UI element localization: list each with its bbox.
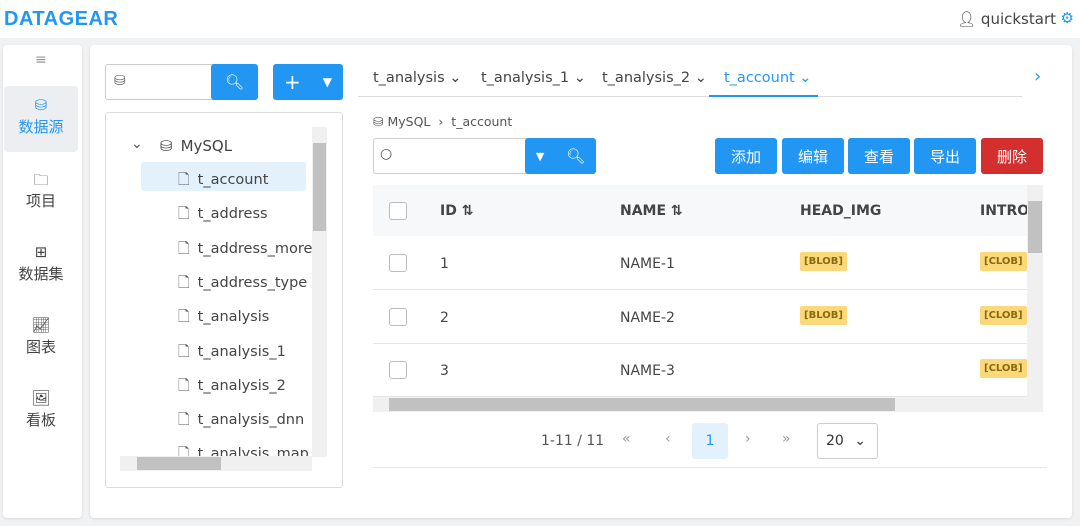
database-icon: ⛁ <box>373 114 384 129</box>
data-search-button[interactable]: ▼ 🔍︎ <box>525 138 596 174</box>
file-icon: 🗋 <box>178 240 190 257</box>
menu-toggle-icon[interactable]: ≡ <box>35 52 47 68</box>
file-icon: 🗋 <box>178 412 190 429</box>
blob-tag[interactable]: [BLOB] <box>800 305 847 325</box>
database-icon: ⛁ <box>114 73 126 89</box>
sort-icon: ⇅ <box>461 203 474 219</box>
chevron-down-icon: ▼ <box>322 75 332 89</box>
chevron-right-icon[interactable]: › <box>1034 66 1041 87</box>
chevron-down-icon[interactable]: ⌄ <box>131 136 143 152</box>
column-intro[interactable]: INTRO <box>980 203 1027 219</box>
tree-hscroll-thumb[interactable] <box>137 457 221 470</box>
tree-item[interactable]: 🗋 t_analysis_2 <box>178 375 286 400</box>
database-icon: ⛁ <box>34 96 48 114</box>
folder-icon: 🗀 <box>33 171 49 189</box>
table-hscroll-thumb[interactable] <box>389 398 895 411</box>
sidebar-item-datasource[interactable]: ⛁ 数据源 <box>4 86 78 152</box>
last-page-icon[interactable]: » <box>782 431 791 447</box>
row-checkbox[interactable] <box>389 254 407 272</box>
file-icon: 🗋 <box>178 309 190 326</box>
file-icon: 🗋 <box>178 206 190 223</box>
tree-root-mysql[interactable]: ⛁ MySQL <box>160 137 232 155</box>
row-checkbox[interactable] <box>389 361 407 379</box>
chart-icon: 📈︎ <box>31 316 51 334</box>
clob-tag[interactable]: [CLOB] <box>980 305 1027 325</box>
row-divider <box>373 289 1027 290</box>
row-checkbox[interactable] <box>389 307 407 326</box>
first-page-icon[interactable]: « <box>622 431 631 447</box>
user-menu[interactable]: 👤︎ quickstart <box>957 10 1056 28</box>
logo: DATAGEAR <box>4 8 119 30</box>
tab-t_account[interactable]: t_account ⌄ <box>724 70 811 86</box>
tree-item[interactable]: 🗋 t_analysis <box>178 306 269 331</box>
next-page-icon[interactable]: › <box>745 431 751 447</box>
column-head-img[interactable]: HEAD_IMG <box>800 203 881 219</box>
active-tab-indicator <box>709 95 818 97</box>
select-all-checkbox[interactable] <box>389 202 407 220</box>
tree-item[interactable]: 🗋 t_analysis_dnn <box>178 409 304 434</box>
app-header <box>0 0 1080 38</box>
tree-search-input[interactable]: ⛁ <box>105 64 215 100</box>
cell-id: 3 <box>440 363 449 379</box>
database-icon: ⛁ <box>160 137 173 155</box>
clob-tag[interactable]: [CLOB] <box>980 252 1027 271</box>
sidebar-item-dataset[interactable]: ⊞ 数据集 <box>4 233 78 299</box>
gear-icon[interactable]: ⚙ <box>1061 9 1074 27</box>
tree-item[interactable]: 🗋 t_address_type <box>178 272 307 297</box>
column-id[interactable]: ID ⇅ <box>440 203 473 219</box>
export-button[interactable]: 导出 <box>914 138 976 174</box>
user-icon: 👤︎ <box>957 10 977 28</box>
row-divider <box>373 342 1027 344</box>
tree-search-button[interactable]: 🔍︎ <box>211 64 258 100</box>
tree-item[interactable]: 🗋 t_account <box>178 169 268 194</box>
cell-name: NAME-1 <box>620 256 675 272</box>
add-datasource-button[interactable]: + ▼ <box>273 64 343 100</box>
file-icon: 🗋 <box>178 274 190 291</box>
dashboard-icon: 🖼︎ <box>31 389 51 407</box>
sidebar-item-dashboard[interactable]: 🖼︎ 看板 <box>4 379 78 445</box>
file-icon: 🗋 <box>178 343 190 360</box>
plus-icon: + <box>284 70 301 94</box>
sidebar-item-chart[interactable]: 📈︎ 图表 <box>4 306 78 372</box>
tree-item[interactable]: 🗋 t_address <box>178 203 268 228</box>
tree-item[interactable]: 🗋 t_address_more <box>178 238 312 263</box>
tabs-divider <box>358 96 1022 97</box>
add-button[interactable]: 添加 <box>715 138 777 174</box>
view-button[interactable]: 查看 <box>848 138 910 174</box>
search-icon: 🔍︎ <box>224 73 245 91</box>
chevron-down-icon: ▼ <box>535 149 545 163</box>
clob-tag[interactable]: [CLOB] <box>980 359 1027 378</box>
tree-item[interactable]: 🗋 t_analysis_1 <box>178 341 286 366</box>
column-name[interactable]: NAME ⇅ <box>620 203 683 219</box>
breadcrumb: ⛁ MySQL › t_account <box>373 114 513 129</box>
file-icon: 🗋 <box>178 377 190 394</box>
edit-button[interactable]: 编辑 <box>782 138 844 174</box>
pagination-summary: 1-11 / 11 <box>541 433 605 449</box>
file-icon: 🗋 <box>178 172 190 188</box>
sort-icon: ⇅ <box>670 203 683 219</box>
table-vscroll-thumb[interactable] <box>1028 201 1042 253</box>
cell-id: 1 <box>440 256 449 272</box>
page-1-button[interactable]: 1 <box>692 423 728 459</box>
tab-t_analysis_2[interactable]: t_analysis_2 ⌄ <box>602 70 707 86</box>
tree-vscroll-thumb[interactable] <box>313 143 326 231</box>
search-icon: 🔍︎ <box>566 147 586 165</box>
cell-name: NAME-2 <box>620 309 675 326</box>
blob-tag[interactable]: [BLOB] <box>800 252 847 271</box>
delete-button[interactable]: 删除 <box>981 138 1043 174</box>
sidebar-item-project[interactable]: 🗀 项目 <box>4 160 78 226</box>
divider <box>373 467 1047 468</box>
chevron-down-icon: ⌄ <box>854 433 867 449</box>
prev-page-icon[interactable]: ‹ <box>665 431 671 447</box>
cell-name: NAME-3 <box>620 363 675 379</box>
data-search-input[interactable]: ○ <box>373 138 529 174</box>
tab-t_analysis[interactable]: t_analysis ⌄ <box>373 70 461 86</box>
page-size-select[interactable]: 20 ⌄ <box>817 423 878 459</box>
table-icon: ⊞ <box>34 243 48 261</box>
tab-t_analysis_1[interactable]: t_analysis_1 ⌄ <box>481 70 586 86</box>
circle-icon: ○ <box>380 146 393 162</box>
cell-id: 2 <box>440 309 449 326</box>
